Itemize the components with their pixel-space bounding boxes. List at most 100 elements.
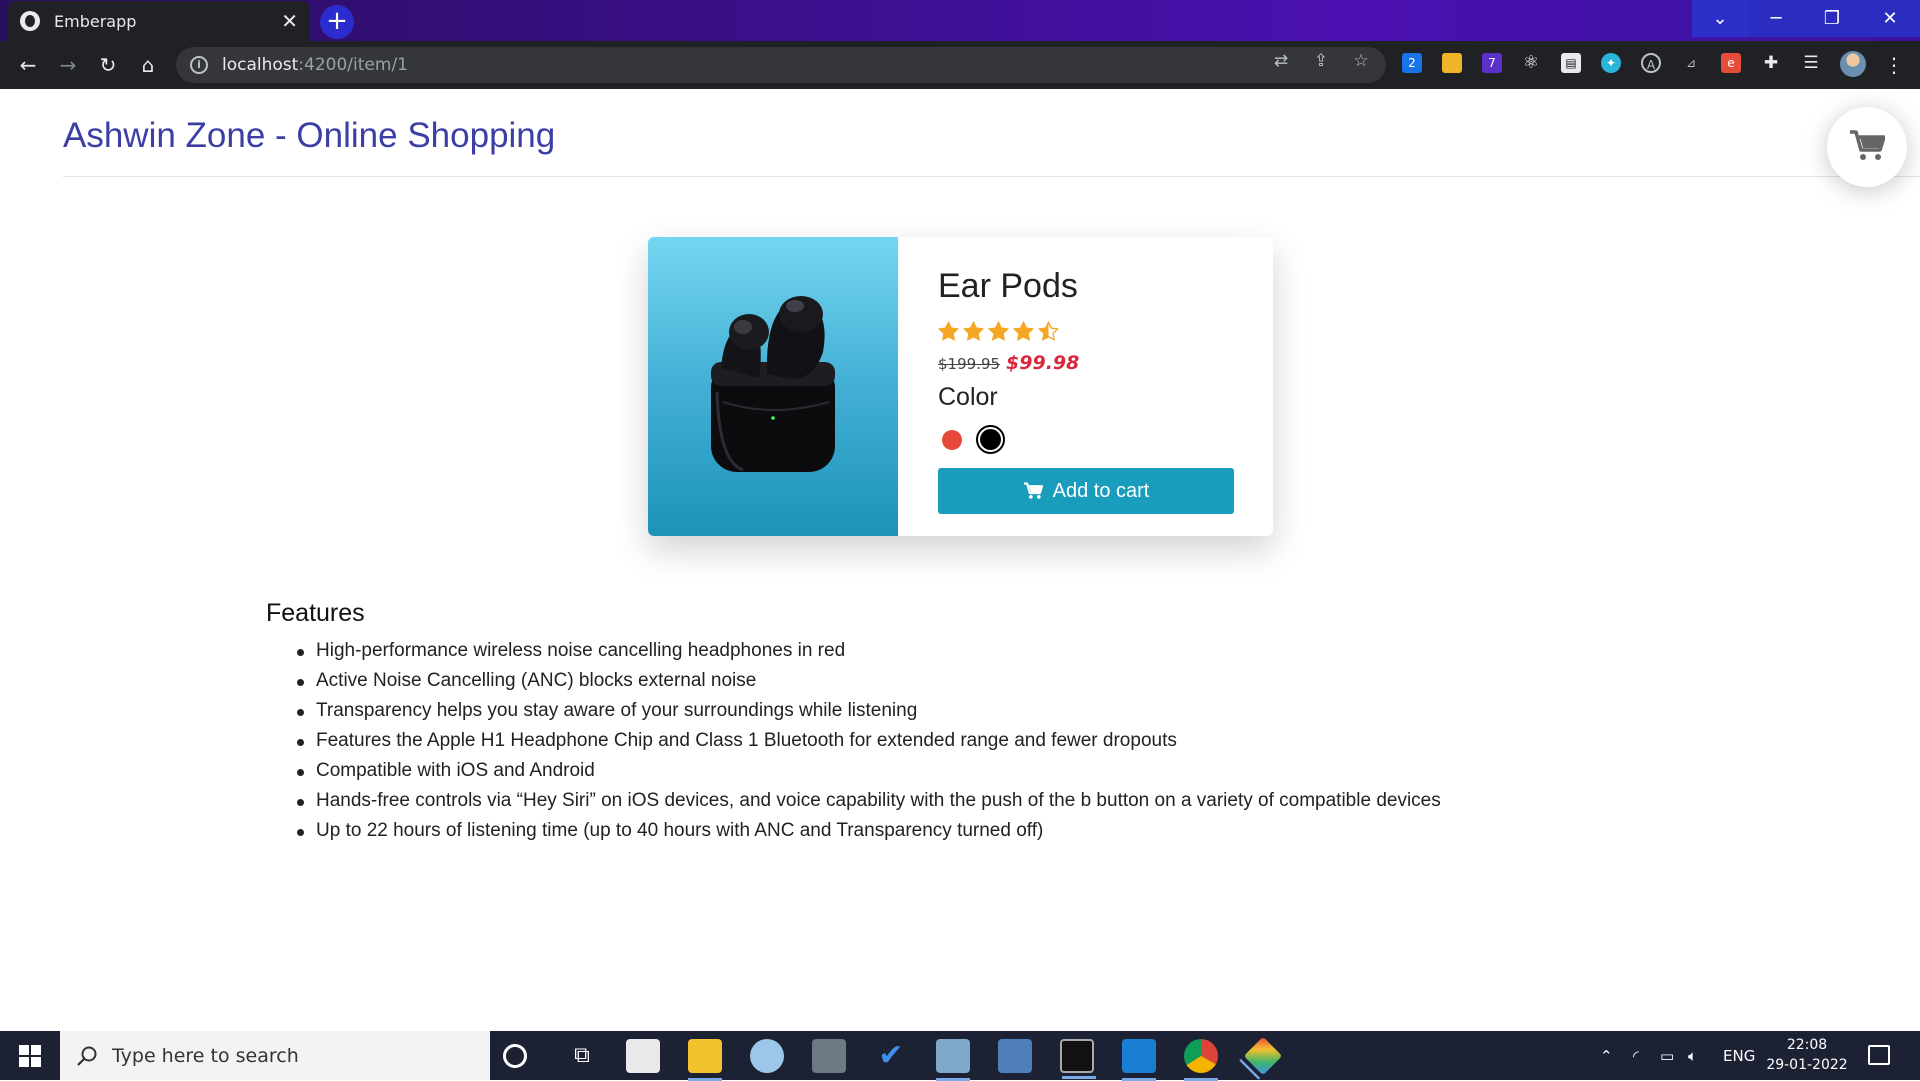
old-price: $199.95 xyxy=(938,355,1001,373)
cart-icon xyxy=(1850,130,1885,160)
star-full-icon xyxy=(938,321,959,341)
rating-stars xyxy=(938,321,1059,342)
color-swatches xyxy=(942,425,1005,454)
vscode-icon[interactable] xyxy=(1122,1039,1156,1081)
product-name: Ear Pods xyxy=(938,267,1078,305)
volume-icon[interactable]: 🔈︎ xyxy=(1688,1031,1697,1080)
header-divider xyxy=(63,176,1920,177)
react-devtools-icon[interactable]: ⚛ xyxy=(1521,53,1541,73)
cart-button[interactable] xyxy=(1827,107,1907,187)
clock[interactable]: 22:08 29-01-2022 xyxy=(1762,1035,1852,1075)
chrome-icon[interactable] xyxy=(1184,1039,1218,1081)
site-info-icon[interactable]: i xyxy=(190,56,208,74)
profile-avatar[interactable] xyxy=(1840,51,1866,77)
show-hidden-icons[interactable]: ⌃ xyxy=(1600,1031,1613,1080)
brand-title[interactable]: Ashwin Zone - Online Shopping xyxy=(63,116,555,156)
price-row: $199.95 $99.98 xyxy=(938,352,1079,374)
minimize-button[interactable]: ─ xyxy=(1748,0,1804,37)
todo-icon[interactable]: ✔ xyxy=(874,1039,908,1073)
bookmark-star-icon[interactable]: ☆ xyxy=(1350,50,1372,72)
notifications-icon[interactable] xyxy=(1868,1045,1890,1065)
features-list: High-performance wireless noise cancelli… xyxy=(297,636,1441,846)
start-button[interactable] xyxy=(0,1031,60,1080)
puzzle-icon[interactable]: ✚ xyxy=(1761,53,1781,73)
color-swatch-black[interactable] xyxy=(976,425,1005,454)
browser-tab-strip: Emberapp ✕ + ⌄ ─ ❐ ✕ xyxy=(0,0,1920,41)
paint-icon[interactable] xyxy=(750,1039,784,1073)
extension-icon[interactable]: e xyxy=(1721,53,1741,73)
terminal-icon[interactable] xyxy=(1060,1039,1096,1079)
restore-button[interactable]: ❐ xyxy=(1804,0,1860,37)
feature-item: Active Noise Cancelling (ANC) blocks ext… xyxy=(297,666,1441,696)
windows-taskbar: Type here to search ⧉ ✔ ⌃ ◜ ▭ 🔈︎ ENG 22:… xyxy=(0,1031,1920,1081)
tab-close-icon[interactable]: ✕ xyxy=(281,9,298,33)
language-indicator[interactable]: ENG xyxy=(1723,1031,1755,1080)
feature-item: Up to 22 hours of listening time (up to … xyxy=(297,816,1441,846)
globe-icon xyxy=(20,11,40,31)
feature-item: Transparency helps you stay aware of you… xyxy=(297,696,1441,726)
new-tab-button[interactable]: + xyxy=(320,5,354,39)
browser-toolbar: ← → ↻ ⌂ i localhost:4200/item/1 ⇄ ⇪ ☆ 2 … xyxy=(0,41,1920,89)
search-placeholder: Type here to search xyxy=(112,1044,299,1067)
product-details: Ear Pods $199.95 $99.98 Color Add to car… xyxy=(938,237,1258,536)
clock-time: 22:08 xyxy=(1786,1037,1828,1053)
extension-icon[interactable]: A xyxy=(1641,53,1661,73)
sale-price: $99.98 xyxy=(1006,352,1080,374)
taskbar-search-input[interactable]: Type here to search xyxy=(60,1031,490,1080)
search-icon xyxy=(77,1046,97,1066)
close-window-button[interactable]: ✕ xyxy=(1860,0,1920,37)
windows-logo-icon xyxy=(19,1045,41,1067)
feature-item: Compatible with iOS and Android xyxy=(297,756,1441,786)
product-card: Ear Pods $199.95 $99.98 Color Add to car… xyxy=(648,237,1273,536)
add-to-cart-button[interactable]: Add to cart xyxy=(938,468,1234,514)
extension-badge: 7 xyxy=(1488,56,1496,70)
share-icon[interactable]: ⇪ xyxy=(1310,50,1332,72)
url-path: :4200/item/1 xyxy=(298,55,408,75)
extension-icon[interactable] xyxy=(1442,53,1462,73)
task-view-icon[interactable]: ⧉ xyxy=(565,1039,599,1073)
extension-icon[interactable]: ▤ xyxy=(1561,53,1581,73)
url-host: localhost xyxy=(222,55,299,75)
swatch-fill xyxy=(980,429,1001,450)
color-swatch-red[interactable] xyxy=(942,429,962,450)
file-explorer-icon[interactable] xyxy=(688,1039,722,1081)
extension-icon[interactable]: ⊿ xyxy=(1681,53,1701,73)
feature-item: Features the Apple H1 Headphone Chip and… xyxy=(297,726,1441,756)
star-half-icon xyxy=(1038,321,1059,341)
star-full-icon xyxy=(1013,321,1034,341)
browser-tab[interactable]: Emberapp ✕ xyxy=(8,1,310,41)
feature-item: High-performance wireless noise cancelli… xyxy=(297,636,1441,666)
reload-icon[interactable]: ↻ xyxy=(94,51,122,79)
add-to-cart-label: Add to cart xyxy=(1052,479,1150,502)
star-full-icon xyxy=(988,321,1009,341)
calculator-icon[interactable] xyxy=(812,1039,846,1073)
network-icon[interactable]: ◜ xyxy=(1633,1031,1639,1080)
earpods-image xyxy=(711,296,835,472)
git-kraken-icon[interactable] xyxy=(1243,1036,1283,1076)
forward-icon[interactable]: → xyxy=(54,51,82,79)
extension-icon[interactable]: 2 xyxy=(1402,53,1422,73)
python-icon[interactable] xyxy=(998,1039,1032,1073)
extension-icon[interactable]: 7 xyxy=(1482,53,1502,73)
feature-item: Hands-free controls via “Hey Siri” on iO… xyxy=(297,786,1441,816)
color-label: Color xyxy=(938,383,998,411)
notes-icon[interactable] xyxy=(936,1039,970,1081)
reading-list-icon[interactable]: ☰ xyxy=(1801,53,1821,73)
clock-date: 29-01-2022 xyxy=(1766,1057,1848,1073)
cart-icon xyxy=(1023,482,1043,499)
tab-search-button[interactable]: ⌄ xyxy=(1692,0,1748,37)
page-content: Ashwin Zone - Online Shopping Ear Pods $… xyxy=(0,89,1920,1031)
extension-icon[interactable]: ✦ xyxy=(1601,53,1621,73)
address-bar[interactable]: i localhost:4200/item/1 xyxy=(176,47,1386,83)
tab-title: Emberapp xyxy=(54,11,137,31)
translate-icon[interactable]: ⇄ xyxy=(1270,50,1292,72)
home-icon[interactable]: ⌂ xyxy=(134,51,162,79)
back-icon[interactable]: ← xyxy=(14,51,42,79)
features-heading: Features xyxy=(266,599,365,627)
star-full-icon xyxy=(963,321,984,341)
cortana-icon[interactable] xyxy=(503,1044,527,1068)
battery-icon[interactable]: ▭ xyxy=(1660,1031,1674,1080)
store-icon[interactable] xyxy=(626,1039,660,1073)
product-image xyxy=(648,237,898,536)
menu-kebab-icon[interactable]: ⋮ xyxy=(1880,51,1908,79)
